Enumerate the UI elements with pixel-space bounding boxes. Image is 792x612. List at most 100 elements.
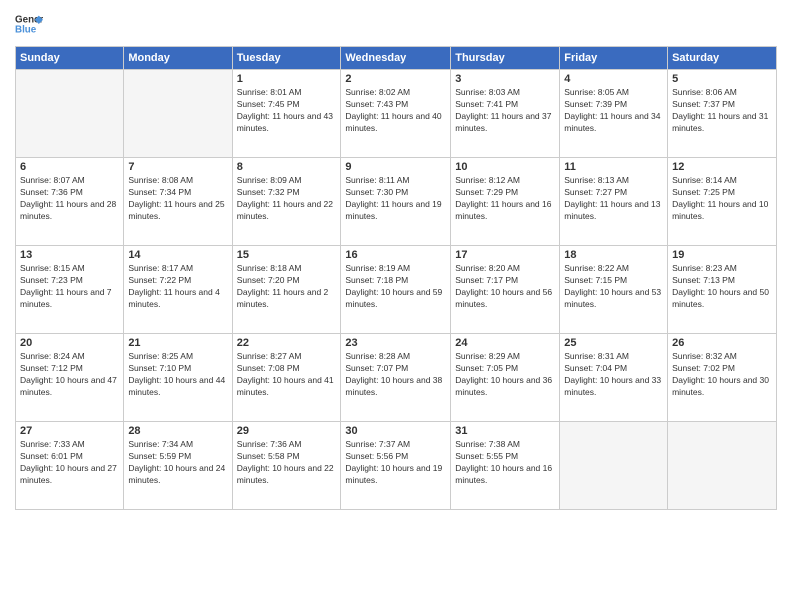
day-info: Sunrise: 8:32 AM Sunset: 7:02 PM Dayligh… bbox=[672, 351, 772, 399]
day-info: Sunrise: 8:03 AM Sunset: 7:41 PM Dayligh… bbox=[455, 87, 555, 135]
day-info: Sunrise: 7:36 AM Sunset: 5:58 PM Dayligh… bbox=[237, 439, 337, 487]
calendar-cell: 1Sunrise: 8:01 AM Sunset: 7:45 PM Daylig… bbox=[232, 70, 341, 158]
day-info: Sunrise: 8:23 AM Sunset: 7:13 PM Dayligh… bbox=[672, 263, 772, 311]
calendar-header-row: SundayMondayTuesdayWednesdayThursdayFrid… bbox=[16, 47, 777, 70]
day-number: 3 bbox=[455, 73, 555, 85]
calendar-cell bbox=[16, 70, 124, 158]
day-number: 5 bbox=[672, 73, 772, 85]
day-number: 29 bbox=[237, 425, 337, 437]
calendar-cell: 7 Sunrise: 8:08 AM Sunset: 7:34 PM Daylig… bbox=[124, 158, 232, 246]
logo: General Blue bbox=[15, 10, 49, 38]
calendar-week-row: 13Sunrise: 8:15 AM Sunset: 7:23 PM Dayli… bbox=[16, 246, 777, 334]
calendar-day-header: Thursday bbox=[451, 47, 560, 70]
day-info: Sunrise: 8:28 AM Sunset: 7:07 PM Dayligh… bbox=[345, 351, 446, 399]
calendar-cell: 2 Sunrise: 8:02 AM Sunset: 7:43 PM Daylig… bbox=[341, 70, 451, 158]
page-header: General Blue bbox=[15, 10, 777, 38]
day-number: 14 bbox=[128, 249, 227, 261]
day-number: 28 bbox=[128, 425, 227, 437]
calendar-cell: 24 Sunrise: 8:29 AM Sunset: 7:05 PM Dayli… bbox=[451, 334, 560, 422]
day-number: 18 bbox=[564, 249, 663, 261]
calendar-cell: 10Sunrise: 8:12 AM Sunset: 7:29 PM Dayli… bbox=[451, 158, 560, 246]
calendar-cell: 26 Sunrise: 8:32 AM Sunset: 7:02 PM Dayli… bbox=[668, 334, 777, 422]
day-info: Sunrise: 8:02 AM Sunset: 7:43 PM Dayligh… bbox=[345, 87, 446, 135]
calendar-day-header: Monday bbox=[124, 47, 232, 70]
calendar: SundayMondayTuesdayWednesdayThursdayFrid… bbox=[15, 46, 777, 510]
day-info: Sunrise: 8:25 AM Sunset: 7:10 PM Dayligh… bbox=[128, 351, 227, 399]
day-info: Sunrise: 8:11 AM Sunset: 7:30 PM Dayligh… bbox=[345, 175, 446, 223]
day-number: 20 bbox=[20, 337, 119, 349]
calendar-cell: 19 Sunrise: 8:23 AM Sunset: 7:13 PM Dayli… bbox=[668, 246, 777, 334]
calendar-cell: 11 Sunrise: 8:13 AM Sunset: 7:27 PM Dayli… bbox=[560, 158, 668, 246]
day-info: Sunrise: 8:13 AM Sunset: 7:27 PM Dayligh… bbox=[564, 175, 663, 223]
calendar-cell: 30 Sunrise: 7:37 AM Sunset: 5:56 PM Dayli… bbox=[341, 422, 451, 510]
day-info: Sunrise: 8:31 AM Sunset: 7:04 PM Dayligh… bbox=[564, 351, 663, 399]
svg-text:Blue: Blue bbox=[15, 24, 37, 35]
calendar-cell: 28 Sunrise: 7:34 AM Sunset: 5:59 PM Dayli… bbox=[124, 422, 232, 510]
day-info: Sunrise: 8:24 AM Sunset: 7:12 PM Dayligh… bbox=[20, 351, 119, 399]
calendar-cell bbox=[668, 422, 777, 510]
day-info: Sunrise: 7:37 AM Sunset: 5:56 PM Dayligh… bbox=[345, 439, 446, 487]
calendar-day-header: Tuesday bbox=[232, 47, 341, 70]
calendar-cell: 5Sunrise: 8:06 AM Sunset: 7:37 PM Daylig… bbox=[668, 70, 777, 158]
day-info: Sunrise: 7:33 AM Sunset: 6:01 PM Dayligh… bbox=[20, 439, 119, 487]
day-info: Sunrise: 8:19 AM Sunset: 7:18 PM Dayligh… bbox=[345, 263, 446, 311]
calendar-cell: 29 Sunrise: 7:36 AM Sunset: 5:58 PM Dayli… bbox=[232, 422, 341, 510]
day-info: Sunrise: 8:18 AM Sunset: 7:20 PM Dayligh… bbox=[237, 263, 337, 311]
day-number: 6 bbox=[20, 161, 119, 173]
day-info: Sunrise: 8:17 AM Sunset: 7:22 PM Dayligh… bbox=[128, 263, 227, 311]
calendar-day-header: Saturday bbox=[668, 47, 777, 70]
calendar-cell: 27 Sunrise: 7:33 AM Sunset: 6:01 PM Dayli… bbox=[16, 422, 124, 510]
day-number: 22 bbox=[237, 337, 337, 349]
calendar-cell: 6Sunrise: 8:07 AM Sunset: 7:36 PM Daylig… bbox=[16, 158, 124, 246]
day-number: 17 bbox=[455, 249, 555, 261]
day-number: 21 bbox=[128, 337, 227, 349]
calendar-cell: 18 Sunrise: 8:22 AM Sunset: 7:15 PM Dayli… bbox=[560, 246, 668, 334]
calendar-cell: 21 Sunrise: 8:25 AM Sunset: 7:10 PM Dayli… bbox=[124, 334, 232, 422]
calendar-cell: 23Sunrise: 8:28 AM Sunset: 7:07 PM Dayli… bbox=[341, 334, 451, 422]
calendar-cell: 25Sunrise: 8:31 AM Sunset: 7:04 PM Dayli… bbox=[560, 334, 668, 422]
day-number: 10 bbox=[455, 161, 555, 173]
day-info: Sunrise: 8:05 AM Sunset: 7:39 PM Dayligh… bbox=[564, 87, 663, 135]
day-info: Sunrise: 7:34 AM Sunset: 5:59 PM Dayligh… bbox=[128, 439, 227, 487]
day-number: 19 bbox=[672, 249, 772, 261]
day-number: 2 bbox=[345, 73, 446, 85]
day-number: 15 bbox=[237, 249, 337, 261]
day-info: Sunrise: 8:29 AM Sunset: 7:05 PM Dayligh… bbox=[455, 351, 555, 399]
day-number: 13 bbox=[20, 249, 119, 261]
calendar-week-row: 6Sunrise: 8:07 AM Sunset: 7:36 PM Daylig… bbox=[16, 158, 777, 246]
day-info: Sunrise: 8:22 AM Sunset: 7:15 PM Dayligh… bbox=[564, 263, 663, 311]
day-info: Sunrise: 7:38 AM Sunset: 5:55 PM Dayligh… bbox=[455, 439, 555, 487]
day-number: 12 bbox=[672, 161, 772, 173]
calendar-cell: 12 Sunrise: 8:14 AM Sunset: 7:25 PM Dayli… bbox=[668, 158, 777, 246]
calendar-cell: 20 Sunrise: 8:24 AM Sunset: 7:12 PM Dayli… bbox=[16, 334, 124, 422]
day-number: 1 bbox=[237, 73, 337, 85]
day-number: 11 bbox=[564, 161, 663, 173]
day-info: Sunrise: 8:14 AM Sunset: 7:25 PM Dayligh… bbox=[672, 175, 772, 223]
day-number: 8 bbox=[237, 161, 337, 173]
calendar-cell: 17 Sunrise: 8:20 AM Sunset: 7:17 PM Dayli… bbox=[451, 246, 560, 334]
calendar-cell: 3 Sunrise: 8:03 AM Sunset: 7:41 PM Daylig… bbox=[451, 70, 560, 158]
day-number: 26 bbox=[672, 337, 772, 349]
calendar-cell bbox=[560, 422, 668, 510]
calendar-cell: 9Sunrise: 8:11 AM Sunset: 7:30 PM Daylig… bbox=[341, 158, 451, 246]
day-number: 7 bbox=[128, 161, 227, 173]
day-number: 4 bbox=[564, 73, 663, 85]
calendar-day-header: Friday bbox=[560, 47, 668, 70]
day-info: Sunrise: 8:09 AM Sunset: 7:32 PM Dayligh… bbox=[237, 175, 337, 223]
calendar-cell: 13Sunrise: 8:15 AM Sunset: 7:23 PM Dayli… bbox=[16, 246, 124, 334]
logo-icon: General Blue bbox=[15, 10, 43, 38]
calendar-day-header: Sunday bbox=[16, 47, 124, 70]
day-number: 30 bbox=[345, 425, 446, 437]
calendar-week-row: 1Sunrise: 8:01 AM Sunset: 7:45 PM Daylig… bbox=[16, 70, 777, 158]
day-number: 27 bbox=[20, 425, 119, 437]
calendar-day-header: Wednesday bbox=[341, 47, 451, 70]
calendar-week-row: 27 Sunrise: 7:33 AM Sunset: 6:01 PM Dayli… bbox=[16, 422, 777, 510]
day-number: 16 bbox=[345, 249, 446, 261]
calendar-cell: 8 Sunrise: 8:09 AM Sunset: 7:32 PM Daylig… bbox=[232, 158, 341, 246]
calendar-cell: 15 Sunrise: 8:18 AM Sunset: 7:20 PM Dayli… bbox=[232, 246, 341, 334]
calendar-cell: 31Sunrise: 7:38 AM Sunset: 5:55 PM Dayli… bbox=[451, 422, 560, 510]
calendar-cell: 4 Sunrise: 8:05 AM Sunset: 7:39 PM Daylig… bbox=[560, 70, 668, 158]
day-info: Sunrise: 8:20 AM Sunset: 7:17 PM Dayligh… bbox=[455, 263, 555, 311]
day-info: Sunrise: 8:08 AM Sunset: 7:34 PM Dayligh… bbox=[128, 175, 227, 223]
day-number: 24 bbox=[455, 337, 555, 349]
